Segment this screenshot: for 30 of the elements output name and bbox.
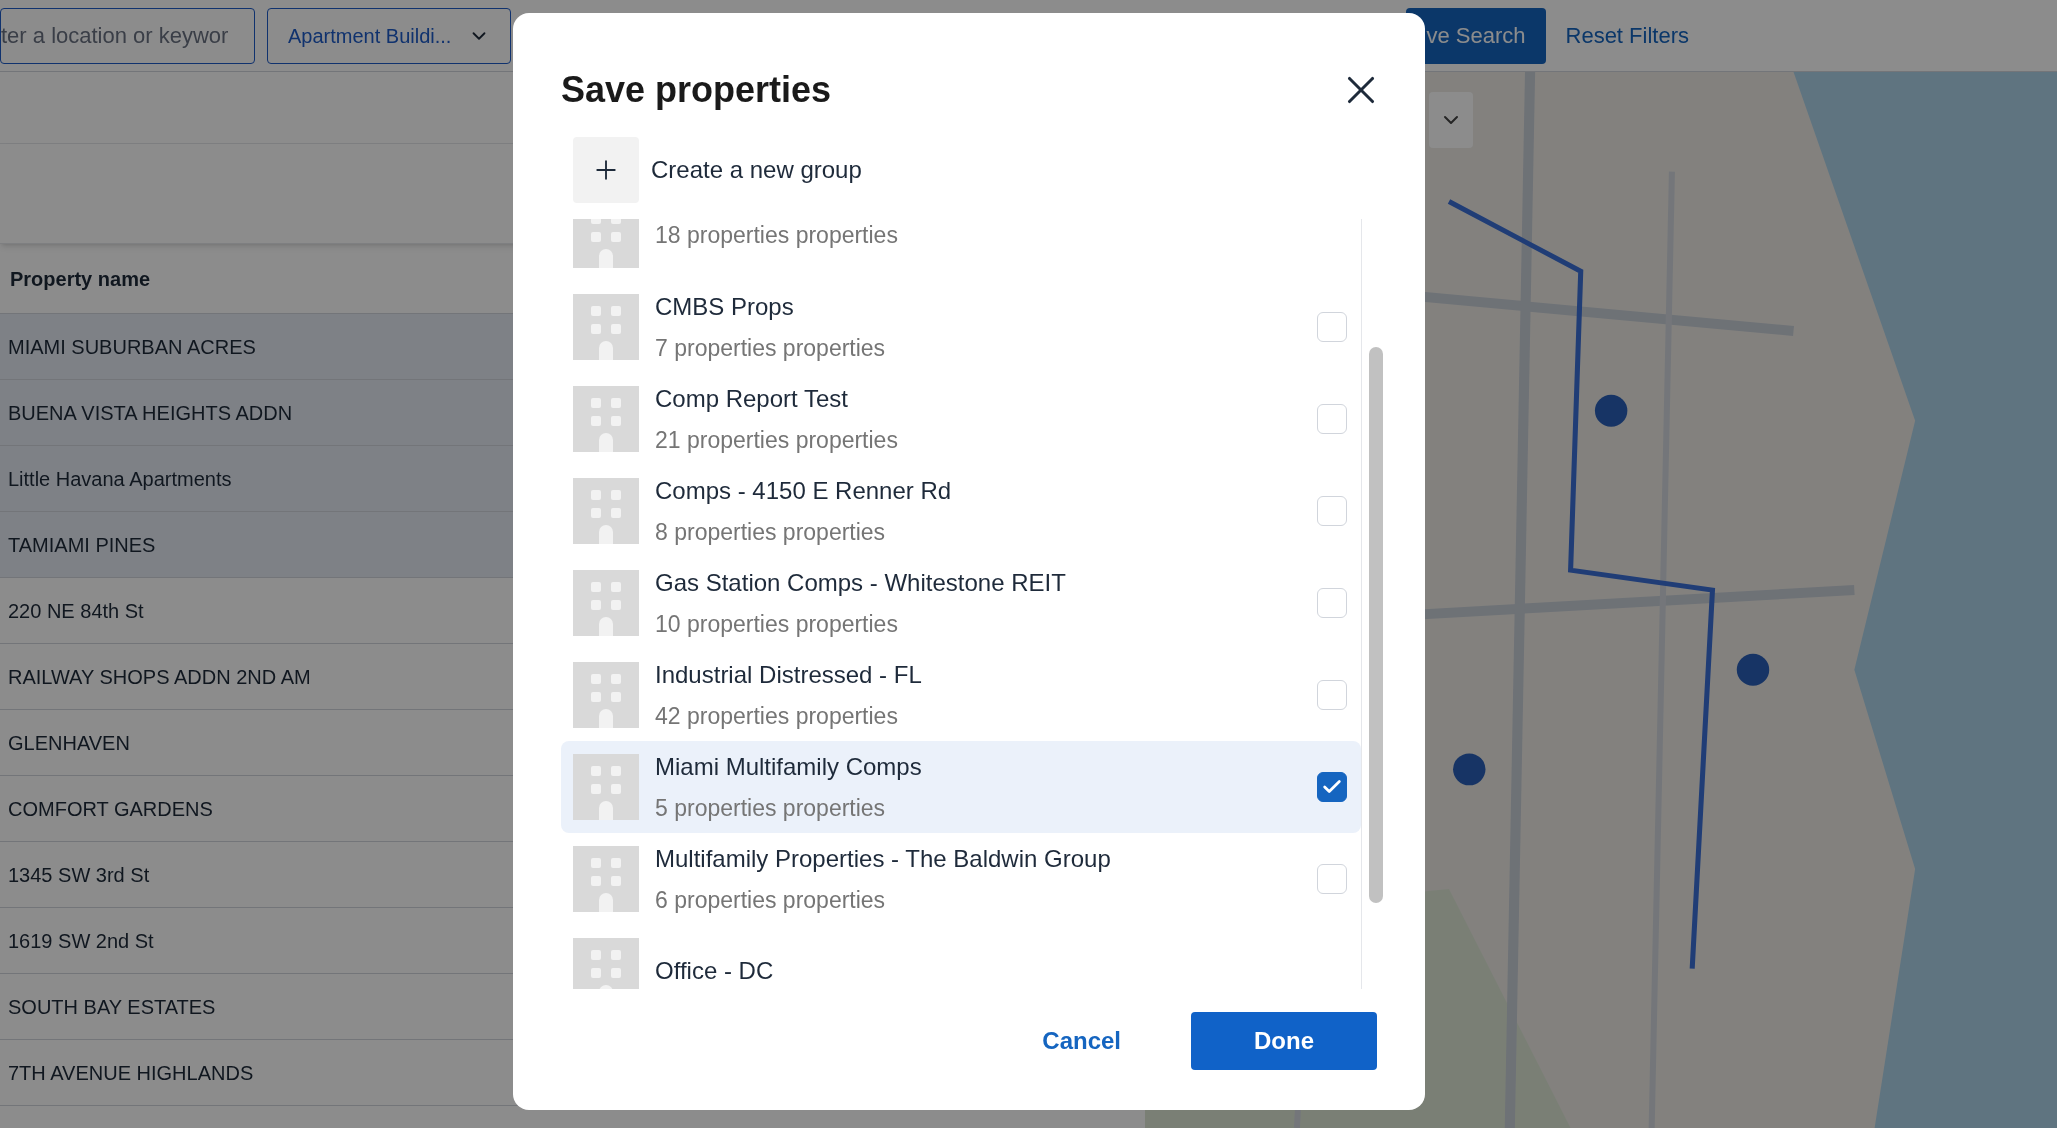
property-count: 42 properties properties [655,701,899,731]
property-name: 7TH AVENUE HIGHLANDS [8,1060,254,1086]
group-name: Comp Report Test [655,383,849,414]
property-name: 1619 SW 2nd St [8,928,154,954]
property-count: 5 properties properties [655,793,887,823]
property-count: 8 properties properties [655,517,887,547]
property-name: SOUTH BAY ESTATES [8,994,216,1020]
group-name: Comps - 4150 E Renner Rd [655,475,953,506]
property-name: TAMIAMI PINES [8,532,156,558]
property-count: 21 properties properties [655,425,899,455]
property-name: 220 NE 84th St [8,598,144,624]
property-count: 10 properties properties [655,609,899,639]
group-name: Multifamily Properties - The Baldwin Group [655,843,1112,874]
dialog-title: Save properties [561,68,832,112]
property-name: Little Havana Apartments [8,466,232,492]
property-name: COMFORT GARDENS [8,796,213,822]
property-name: MIAMI SUBURBAN ACRES [8,334,256,360]
property-count: 6 properties properties [655,885,887,915]
column-header: Property name [10,266,151,292]
group-name: CMBS Props [655,291,795,322]
property-count: 18 properties properties [655,220,899,250]
property-name: GLENHAVEN [8,730,130,756]
group-name: Office - DC [655,956,775,986]
property-count: 7 properties properties [655,333,887,363]
group-name: Industrial Distressed - FL [655,659,923,690]
property-name: 1345 SW 3rd St [8,862,150,888]
group-name: Miami Multifamily Comps [655,751,923,782]
property-name: RAILWAY SHOPS ADDN 2ND AM [8,664,311,690]
property-name: BUENA VISTA HEIGHTS ADDN [8,400,293,426]
group-name: Gas Station Comps - Whitestone REIT [655,567,1067,598]
